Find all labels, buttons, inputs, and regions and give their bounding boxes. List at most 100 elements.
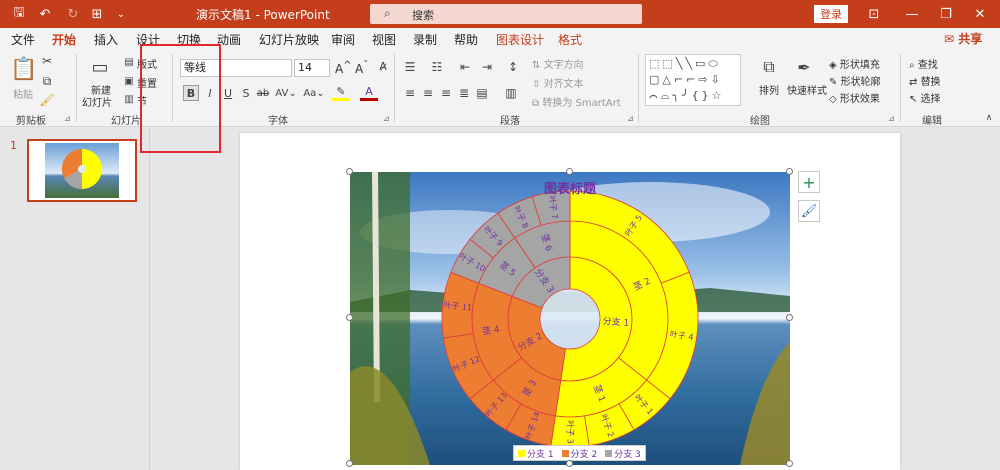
- resize-handle[interactable]: [346, 460, 353, 467]
- resize-handle[interactable]: [566, 168, 573, 175]
- tab-format[interactable]: 格式: [558, 31, 582, 48]
- line-spacing-icon[interactable]: ↕: [505, 60, 521, 74]
- underline-label: U: [223, 86, 233, 100]
- strikethrough-label: ab: [256, 87, 270, 99]
- change-case-button[interactable]: Aa ⌄: [302, 85, 326, 101]
- arrange-icon[interactable]: ⧉: [758, 56, 780, 78]
- undo-icon[interactable]: ↶: [36, 5, 54, 23]
- shape-effects-label: 形状效果: [839, 94, 880, 105]
- tab-home[interactable]: 开始: [52, 31, 77, 52]
- customize-qat-icon[interactable]: ⌄: [112, 5, 130, 23]
- cut-icon[interactable]: ✂: [40, 54, 54, 68]
- resize-handle[interactable]: [786, 314, 793, 321]
- slide-number: 1: [10, 139, 17, 152]
- ribbon-display-icon[interactable]: ⊡: [862, 4, 886, 24]
- chart-elements-button[interactable]: +: [798, 171, 820, 193]
- format-painter-icon[interactable]: 🖌: [39, 93, 54, 107]
- save-icon[interactable]: 🖫: [10, 5, 28, 23]
- font-size-combo[interactable]: 14: [294, 59, 330, 77]
- quick-styles-label[interactable]: 快速样式: [787, 82, 827, 97]
- paragraph-launcher-icon[interactable]: ⊿: [627, 114, 634, 123]
- grow-font-button[interactable]: A^: [335, 60, 352, 76]
- shape-fill-button[interactable]: ◈ 形状填充: [829, 56, 880, 71]
- paste-label[interactable]: 粘贴: [13, 86, 33, 101]
- text-direction-button[interactable]: ⇅ 文字方向: [532, 56, 584, 71]
- resize-handle[interactable]: [566, 460, 573, 467]
- arrange-label[interactable]: 排列: [759, 82, 779, 97]
- align-text-button[interactable]: ⇳ 对齐文本: [532, 75, 584, 90]
- highlight-icon[interactable]: ✎: [332, 85, 350, 101]
- layout-icon[interactable]: ▤: [123, 56, 135, 68]
- redo-icon[interactable]: ↻: [64, 5, 82, 23]
- tab-chart-design[interactable]: 图表设计: [496, 31, 544, 48]
- close-icon[interactable]: ✕: [968, 4, 992, 24]
- chart-title[interactable]: 图表标题: [350, 178, 790, 197]
- share-button[interactable]: ✉ 共享: [944, 30, 982, 47]
- tab-insert[interactable]: 插入: [94, 31, 118, 48]
- resize-handle[interactable]: [346, 168, 353, 175]
- collapse-ribbon-icon[interactable]: ∧: [983, 112, 995, 124]
- tab-file[interactable]: 文件: [11, 31, 35, 48]
- align-left-icon[interactable]: ≡: [403, 86, 417, 100]
- divider: [394, 54, 395, 122]
- align-center-icon[interactable]: ≡: [421, 86, 435, 100]
- smartart-button[interactable]: ⧉ 转换为 SmartArt: [532, 94, 621, 109]
- clipboard-launcher-icon[interactable]: ⊿: [64, 114, 71, 123]
- paste-icon[interactable]: 📋: [10, 56, 37, 82]
- shapes-gallery[interactable]: ⬚⬚╲╲▭⬭ ▢△⌐⌐⇨⇩ ⌒⌓╮╯{}☆: [645, 54, 741, 106]
- select-button[interactable]: ↖ 选择: [909, 90, 941, 105]
- sunburst-label: 叶子 3: [566, 420, 575, 444]
- chart-object[interactable]: 分支 1 分支 2 分支 3茎 2茎 1茎 3茎 4茎 5茎 6 叶子 5 叶子 4 叶子…: [350, 172, 790, 465]
- resize-handle[interactable]: [346, 314, 353, 321]
- find-button[interactable]: ⌕ 查找: [909, 56, 938, 71]
- chart-legend[interactable]: 分支 1 分支 2 分支 3: [513, 445, 646, 461]
- tab-help[interactable]: 帮助: [454, 31, 478, 48]
- columns-icon[interactable]: ▥: [504, 86, 518, 100]
- shadow-button[interactable]: S: [239, 85, 253, 101]
- distributed-icon[interactable]: ▤: [475, 86, 489, 100]
- restore-icon[interactable]: ❐: [934, 4, 958, 24]
- font-launcher-icon[interactable]: ⊿: [383, 114, 390, 123]
- login-button[interactable]: 登录: [814, 5, 848, 23]
- increase-indent-icon[interactable]: ⇥: [480, 60, 494, 74]
- shadow-label: S: [242, 86, 250, 100]
- align-right-icon[interactable]: ≡: [439, 86, 453, 100]
- share-icon: ✉: [944, 32, 955, 46]
- bullets-icon[interactable]: ☰: [403, 60, 417, 74]
- shape-outline-button[interactable]: ✎ 形状轮廓: [829, 73, 881, 88]
- new-slide-icon[interactable]: ▭: [89, 56, 111, 78]
- start-from-beginning-icon[interactable]: ⊞: [88, 5, 106, 23]
- slide-thumbnail[interactable]: [27, 139, 137, 202]
- font-color-icon[interactable]: A: [360, 85, 378, 101]
- tab-record[interactable]: 录制: [413, 31, 437, 48]
- search-box[interactable]: ⌕ 搜索: [370, 4, 642, 24]
- share-label: 共享: [958, 32, 983, 46]
- char-spacing-button[interactable]: AV ⌄: [274, 85, 298, 101]
- legend-item: 分支 3: [605, 447, 641, 460]
- resize-handle[interactable]: [786, 460, 793, 467]
- underline-button[interactable]: U: [221, 85, 235, 101]
- font-size-value: 14: [298, 61, 312, 74]
- chart-styles-button[interactable]: 🖌: [798, 200, 820, 222]
- shrink-font-button[interactable]: Aˇ: [355, 60, 368, 76]
- shape-effects-button[interactable]: ◇ 形状效果: [829, 90, 880, 105]
- section-icon[interactable]: ▥: [123, 93, 135, 105]
- strikethrough-button[interactable]: ab: [255, 85, 271, 101]
- new-slide-label-2[interactable]: 幻灯片: [82, 94, 112, 109]
- justify-icon[interactable]: ≣: [457, 86, 471, 100]
- clear-format-icon[interactable]: A̷: [376, 59, 390, 73]
- minimize-icon[interactable]: —: [900, 4, 924, 24]
- resize-handle[interactable]: [786, 168, 793, 175]
- copy-icon[interactable]: ⧉: [40, 74, 54, 88]
- drawing-launcher-icon[interactable]: ⊿: [888, 114, 895, 123]
- numbering-icon[interactable]: ☷: [430, 60, 444, 74]
- tab-slideshow[interactable]: 幻灯片放映: [259, 31, 319, 48]
- tab-review[interactable]: 审阅: [331, 31, 355, 48]
- quick-styles-icon[interactable]: ✒: [793, 56, 815, 78]
- reset-icon[interactable]: ▣: [123, 75, 135, 87]
- document-title: 演示文稿1 - PowerPoint: [196, 8, 330, 22]
- tab-view[interactable]: 视图: [372, 31, 396, 48]
- legend-swatch: [561, 449, 569, 457]
- decrease-indent-icon[interactable]: ⇤: [458, 60, 472, 74]
- replace-button[interactable]: ⇄ 替换: [909, 73, 941, 88]
